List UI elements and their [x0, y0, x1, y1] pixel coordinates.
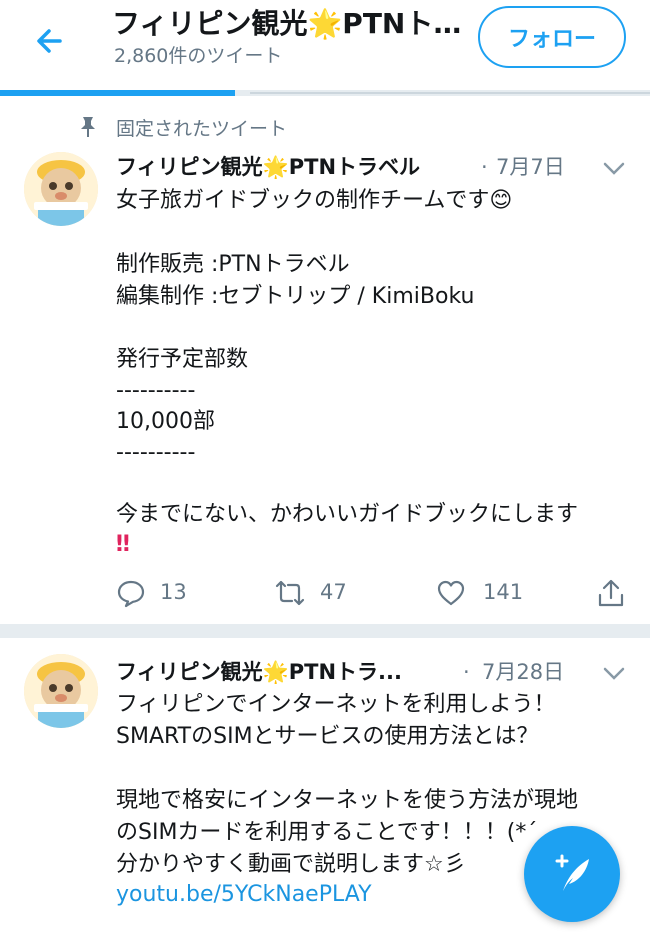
tweet-text-line: ----------	[116, 440, 196, 465]
profile-header: フィリピン観光🌟PTNトラベル 2,860件のツイート フォロー	[0, 0, 650, 96]
date-separator: ·	[463, 660, 470, 684]
back-button[interactable]	[30, 20, 72, 62]
tab-indicator	[0, 90, 235, 96]
double-exclamation-emoji: ‼	[116, 532, 130, 557]
tweet-actions: 13 47 141	[0, 574, 650, 614]
tweet-date[interactable]: 7月7日	[496, 154, 565, 180]
tweet-text-line: 10,000部	[116, 409, 215, 434]
profile-title: フィリピン観光🌟PTNトラベル	[112, 7, 462, 40]
tweet-text-line: 分かりやすく動画で説明します☆彡	[116, 852, 466, 877]
reply-count: 13	[160, 580, 187, 604]
chevron-down-icon[interactable]	[603, 162, 625, 176]
avatar[interactable]	[24, 152, 98, 226]
tweet-text-line: 編集制作 :セブトリップ / KimiBoku	[116, 284, 475, 309]
chevron-down-icon[interactable]	[603, 667, 625, 681]
tweet-text-line: 今までにない、かわいいガイドブックにします	[116, 502, 579, 527]
retweet-icon	[275, 580, 305, 606]
tweet-text-line: フィリピンでインターネットを利用しよう！	[116, 692, 556, 717]
avatar-image	[24, 152, 98, 226]
header-divider	[0, 90, 650, 96]
avatar[interactable]	[24, 654, 98, 728]
pin-icon	[81, 117, 95, 137]
tweet-text-line: 制作販売 :PTNトラベル	[116, 252, 350, 277]
pinned-indicator: 固定されたツイート	[0, 112, 650, 142]
tweet-text-line: 女子旅ガイドブックの制作チームです😊	[116, 188, 513, 213]
retweet-count: 47	[320, 580, 347, 604]
tweet-link[interactable]: youtu.be/5YCkNaePLAY	[116, 880, 372, 910]
tweet-date[interactable]: 7月28日	[482, 659, 564, 685]
tweet-text-line: のSIMカードを利用することです！！！(*´	[116, 820, 538, 845]
reply-icon	[117, 580, 145, 608]
tweet-text-line: ----------	[116, 378, 196, 403]
compose-tweet-icon	[555, 854, 589, 891]
like-icon	[437, 580, 465, 606]
compose-tweet-button[interactable]	[524, 826, 620, 922]
tweet-text-line: SMARTのSIMとサービスの使用方法とは？	[116, 724, 539, 749]
back-arrow-icon	[37, 29, 62, 53]
like-count: 141	[483, 580, 524, 604]
share-icon	[598, 579, 624, 607]
profile-timeline-screen: フィリピン観光🌟PTNトラベル 2,860件のツイート フォロー 固定されたツイ…	[0, 0, 650, 943]
follow-button[interactable]: フォロー	[478, 6, 626, 68]
date-separator: ·	[481, 155, 488, 179]
pinned-label: 固定されたツイート	[116, 118, 288, 140]
tweet-text-line: 発行予定部数	[116, 347, 249, 372]
avatar-image	[24, 654, 98, 728]
tweet-separator	[0, 624, 650, 638]
tweet-text-line: 現地で格安にインターネットを使う方法が現地	[116, 788, 579, 813]
tweet-author-name[interactable]: フィリピン観光🌟PTNトラベル	[116, 154, 472, 180]
tweet-count: 2,860件のツイート	[114, 45, 283, 67]
tweet-author-name[interactable]: フィリピン観光🌟PTNトラ...	[116, 659, 402, 685]
